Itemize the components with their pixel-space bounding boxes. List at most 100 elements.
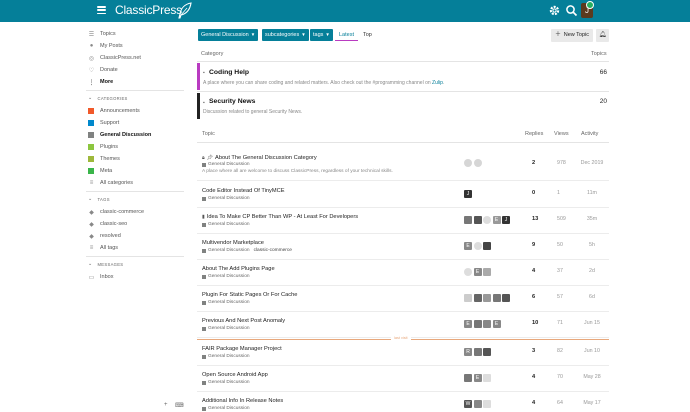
avatar[interactable]: [483, 242, 491, 250]
category-dropdown[interactable]: General Discussion ▼: [198, 29, 259, 41]
sidebar-item-all-tags[interactable]: ≡ All tags: [88, 243, 118, 253]
topic-row[interactable]: Plugin For Static Pages Or For Cache Gen…: [197, 286, 609, 312]
sidebar-section-tags[interactable]: ⌄ TAGS: [88, 196, 110, 202]
topic-category[interactable]: General Discussion: [202, 380, 250, 385]
avatar[interactable]: [483, 374, 491, 382]
avatar[interactable]: [464, 216, 472, 224]
sidebar-item-classicpress-net[interactable]: ◎ ClassicPress.net: [88, 53, 141, 63]
col-header-views[interactable]: Views: [554, 131, 569, 137]
topic-activity[interactable]: 11m: [577, 190, 607, 196]
avatar[interactable]: [464, 268, 472, 276]
topic-activity[interactable]: Dec 2019: [577, 160, 607, 166]
sidebar-item-tag-classic-seo[interactable]: ◆ classic-seo: [88, 219, 127, 229]
sidebar-footer-add-icon[interactable]: +: [164, 402, 168, 408]
sidebar-item-plugins[interactable]: Plugins: [88, 142, 118, 152]
category-row-security-news[interactable]: ▪ Security News Discussion related to ge…: [197, 93, 609, 119]
topic-category[interactable]: General Discussion: [202, 274, 250, 279]
topic-row[interactable]: About The Add Plugins Page General Discu…: [197, 260, 609, 286]
avatar[interactable]: E: [473, 374, 482, 382]
avatar[interactable]: [483, 294, 491, 302]
sidebar-section-categories[interactable]: ⌄ CATEGORIES: [88, 95, 128, 101]
category-title[interactable]: Coding Help: [209, 69, 249, 76]
avatar[interactable]: E: [473, 268, 482, 276]
category-title[interactable]: Security News: [209, 98, 255, 105]
topic-title[interactable]: Plugin For Static Pages Or For Cache: [202, 292, 297, 298]
topic-title[interactable]: 🔒︎ 📌︎ About The General Discussion Categor…: [202, 155, 317, 161]
topic-category[interactable]: General Discussion: [202, 162, 250, 167]
avatar[interactable]: [473, 216, 482, 224]
sidebar-item-meta[interactable]: Meta: [88, 166, 112, 176]
search-icon[interactable]: [565, 4, 578, 17]
sidebar-item-inbox[interactable]: ▭ Inbox: [88, 272, 114, 282]
sidebar-item-tag-classic-commerce[interactable]: ◆ classic-commerce: [88, 207, 144, 217]
topic-activity[interactable]: 35m: [577, 216, 607, 222]
gear-icon[interactable]: [548, 4, 561, 17]
avatar[interactable]: E: [464, 242, 472, 250]
avatar[interactable]: [473, 294, 482, 302]
zulip-link[interactable]: Zulip: [432, 80, 443, 86]
avatar[interactable]: E: [492, 216, 501, 224]
col-header-replies[interactable]: Replies: [525, 131, 543, 137]
topic-row[interactable]: Code Editor Instead Of TinyMCE General D…: [197, 182, 609, 208]
avatar[interactable]: [483, 216, 491, 224]
topic-category[interactable]: General Discussion: [202, 326, 250, 331]
avatar[interactable]: [473, 159, 482, 167]
topic-activity[interactable]: May 28: [577, 374, 607, 380]
avatar[interactable]: E: [464, 320, 472, 328]
topic-tag[interactable]: classic-commerce: [254, 248, 292, 253]
topic-title[interactable]: About The Add Plugins Page: [202, 266, 275, 272]
sidebar-item-support[interactable]: Support: [88, 118, 119, 128]
topic-activity[interactable]: Jun 15: [577, 320, 607, 326]
topic-category[interactable]: General Discussion: [202, 196, 250, 201]
sidebar-section-messages[interactable]: ⌄ MESSAGES: [88, 261, 123, 267]
avatar[interactable]: [483, 400, 491, 408]
bell-icon[interactable]: 🔔︎: [596, 29, 609, 42]
topic-category[interactable]: General Discussion: [202, 222, 250, 227]
sidebar-item-donate[interactable]: ♡ Donate: [88, 65, 118, 75]
subcategories-dropdown[interactable]: subcategories ▼: [262, 29, 309, 41]
sidebar-item-all-categories[interactable]: ≡ All categories: [88, 178, 133, 188]
topic-title[interactable]: Open Source Android App: [202, 372, 268, 378]
col-header-activity[interactable]: Activity: [581, 131, 598, 137]
avatar[interactable]: [473, 348, 482, 356]
avatar[interactable]: J: [464, 190, 472, 198]
avatar[interactable]: [483, 320, 491, 328]
avatar[interactable]: [483, 348, 491, 356]
topic-title[interactable]: FAIR Package Manager Project: [202, 346, 282, 352]
tab-latest[interactable]: Latest: [335, 29, 358, 41]
sidebar-item-more[interactable]: ⋮ More: [88, 77, 114, 87]
topic-row[interactable]: Additional Info In Release Notes General…: [197, 392, 609, 412]
avatar[interactable]: J: [502, 216, 510, 224]
col-header-topics[interactable]: Topics: [591, 51, 607, 57]
topic-title[interactable]: Previous And Next Post Anomaly: [202, 318, 285, 324]
site-logo-text[interactable]: ClassicPress: [115, 3, 182, 17]
sidebar-footer-keyboard-icon[interactable]: ⌨: [175, 402, 184, 409]
topic-row[interactable]: Open Source Android App General Discussi…: [197, 366, 609, 392]
topic-activity[interactable]: 2d: [577, 268, 607, 274]
topic-category[interactable]: General Discussion classic-commerce: [202, 248, 292, 253]
hamburger-menu-icon[interactable]: [97, 6, 106, 15]
topic-category[interactable]: General Discussion: [202, 354, 250, 359]
col-header-topic[interactable]: Topic: [202, 131, 215, 137]
topic-row[interactable]: ▮ Idea To Make CP Better Than WP - At Lea…: [197, 208, 609, 234]
avatar[interactable]: [502, 294, 510, 302]
avatar[interactable]: E: [492, 320, 501, 328]
topic-activity[interactable]: 5h: [577, 242, 607, 248]
topic-row[interactable]: FAIR Package Manager Project General Dis…: [197, 340, 609, 366]
topic-category[interactable]: General Discussion: [202, 300, 250, 305]
col-header-category[interactable]: Category: [201, 51, 223, 57]
sidebar-item-announcements[interactable]: Announcements: [88, 106, 140, 116]
topic-activity[interactable]: May 17: [577, 400, 607, 406]
avatar[interactable]: R: [464, 348, 472, 356]
avatar[interactable]: [464, 374, 472, 382]
topic-title[interactable]: Additional Info In Release Notes: [202, 398, 283, 404]
feather-logo-icon[interactable]: [177, 2, 193, 19]
sidebar-item-topics[interactable]: ☰ Topics: [88, 29, 116, 39]
tags-dropdown[interactable]: tags ▼: [310, 29, 333, 41]
category-row-coding-help[interactable]: ▪ Coding Help A place where you can shar…: [197, 63, 609, 90]
avatar[interactable]: [464, 159, 472, 167]
topic-row[interactable]: Previous And Next Post Anomaly General D…: [197, 312, 609, 338]
sidebar-item-general-discussion[interactable]: General Discussion: [88, 130, 151, 140]
avatar[interactable]: [473, 242, 482, 250]
sidebar-item-tag-resolved[interactable]: ◆ resolved: [88, 231, 121, 241]
